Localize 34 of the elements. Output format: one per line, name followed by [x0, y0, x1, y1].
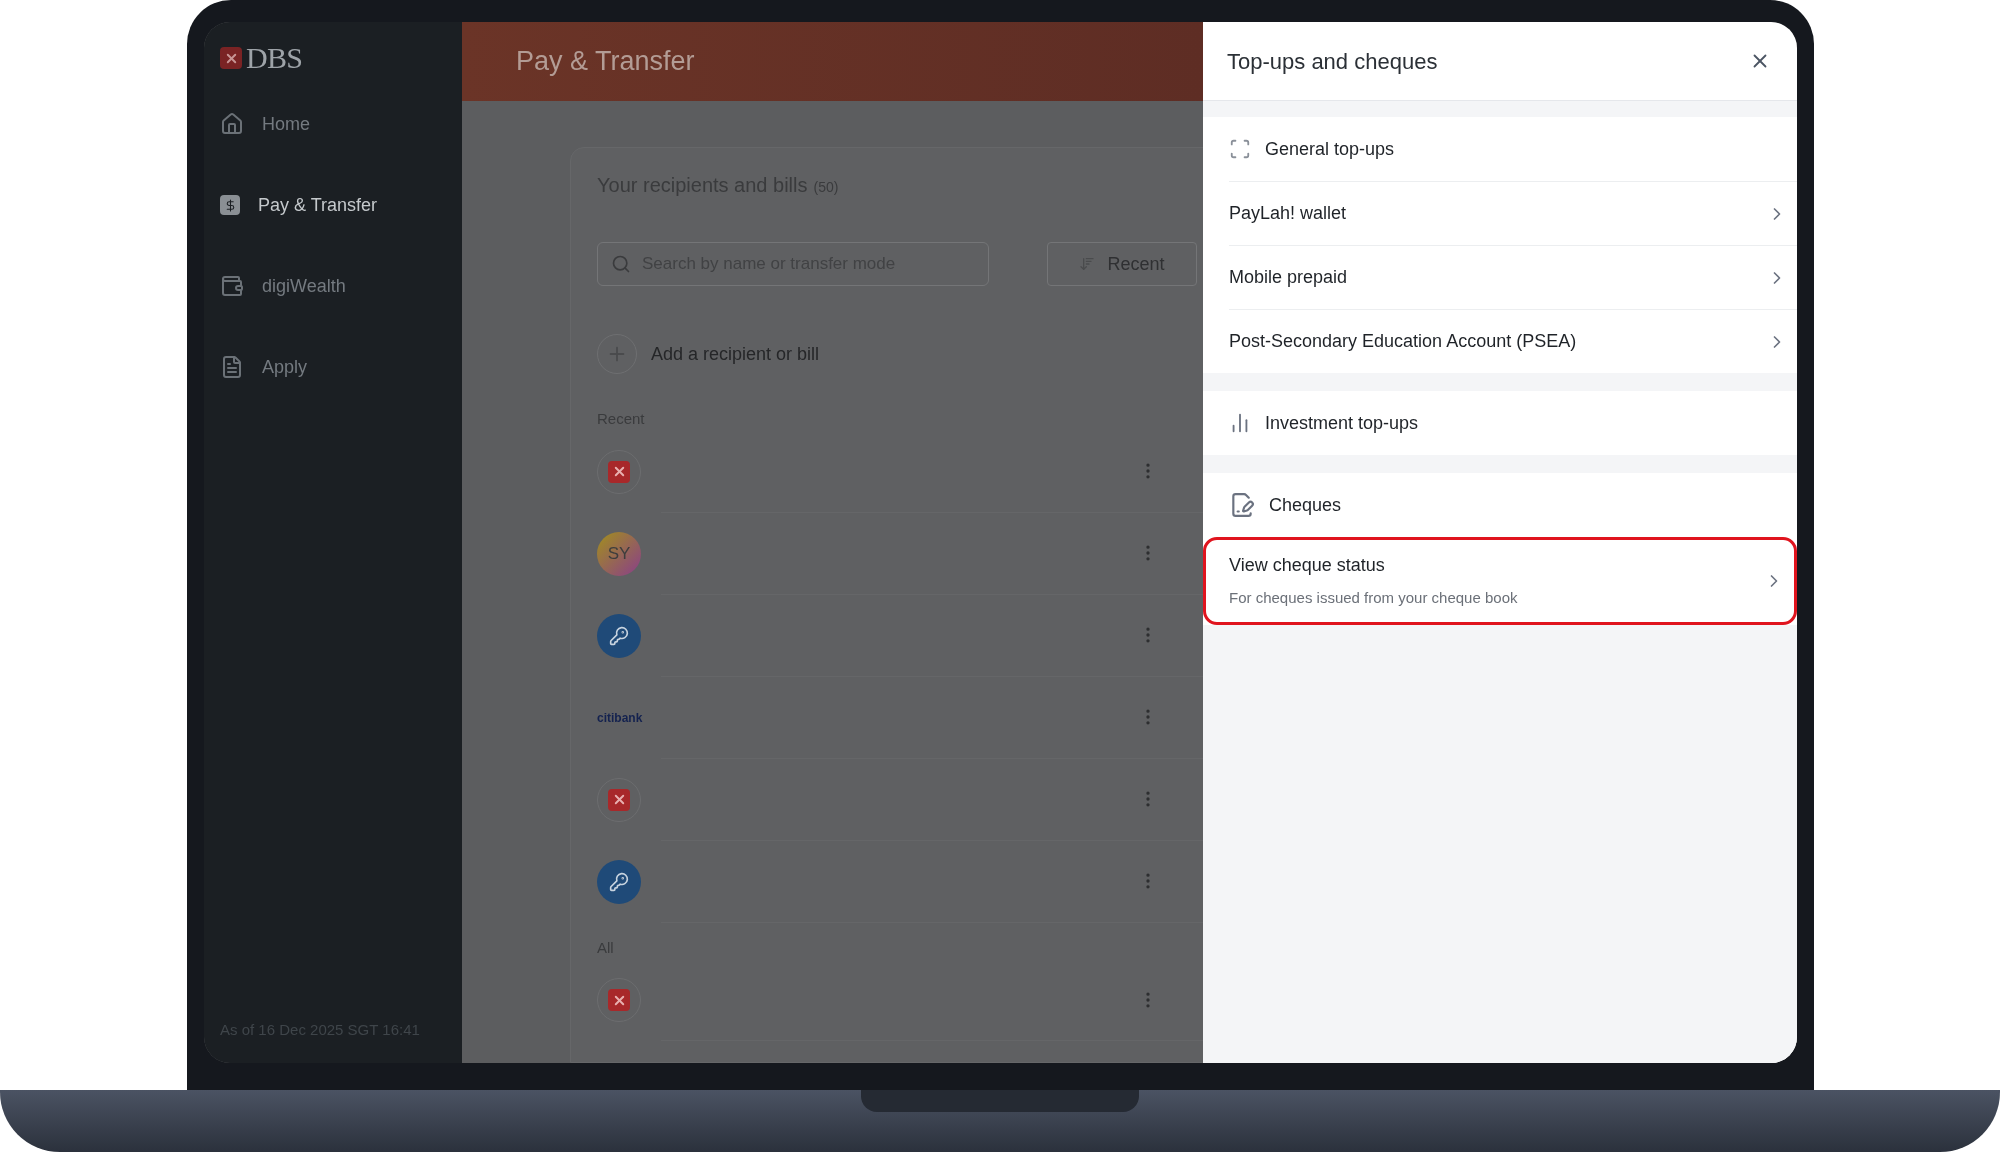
bank-logo: citibank — [597, 709, 641, 727]
item-description: For cheques issued from your cheque book — [1229, 588, 1518, 609]
sidebar-item[interactable]: Pay & Transfer — [220, 183, 446, 227]
item-label: PayLah! wallet — [1229, 202, 1347, 225]
item-label: Post-Secondary Education Account (PSEA) — [1229, 330, 1577, 353]
item-label: Mobile prepaid — [1229, 266, 1348, 289]
drawer-list-item[interactable]: PayLah! wallet — [1203, 181, 1797, 245]
bank-logo-avatar — [597, 777, 641, 822]
sidebar-item[interactable]: Apply — [220, 345, 446, 389]
sidebar-item[interactable]: Home — [220, 102, 446, 146]
page-title: Pay & Transfer — [516, 45, 695, 79]
home-icon — [220, 112, 244, 136]
section-heading: Investment top-ups — [1265, 411, 1419, 435]
drawer-list-item[interactable]: Post-Secondary Education Account (PSEA) — [1203, 309, 1797, 373]
section-heading: General top-ups — [1265, 137, 1395, 161]
bank-logo-avatar — [597, 449, 641, 494]
logo-mark-icon — [220, 47, 242, 69]
document-icon — [220, 355, 244, 379]
section-heading: Cheques — [1269, 493, 1342, 517]
drawer-list-item[interactable]: View cheque status For cheques issued from your cheque book — [1203, 537, 1797, 625]
scan-icon — [1229, 138, 1251, 160]
wallet-icon — [220, 274, 244, 298]
search-icon — [611, 254, 631, 274]
initials-avatar: SY — [597, 531, 641, 576]
key-avatar — [597, 859, 641, 904]
logo-text: DBS — [246, 43, 303, 73]
key-avatar — [597, 613, 641, 658]
sidebar-item[interactable]: digiWealth — [220, 264, 446, 308]
drawer-title: Top-ups and cheques — [1227, 47, 1438, 76]
dollar-square-icon — [220, 195, 240, 215]
item-label: View cheque status — [1229, 554, 1386, 578]
drawer-list-item[interactable]: Mobile prepaid — [1203, 245, 1797, 309]
bank-logo-avatar — [597, 978, 641, 1022]
cheque-pen-icon — [1229, 492, 1255, 518]
